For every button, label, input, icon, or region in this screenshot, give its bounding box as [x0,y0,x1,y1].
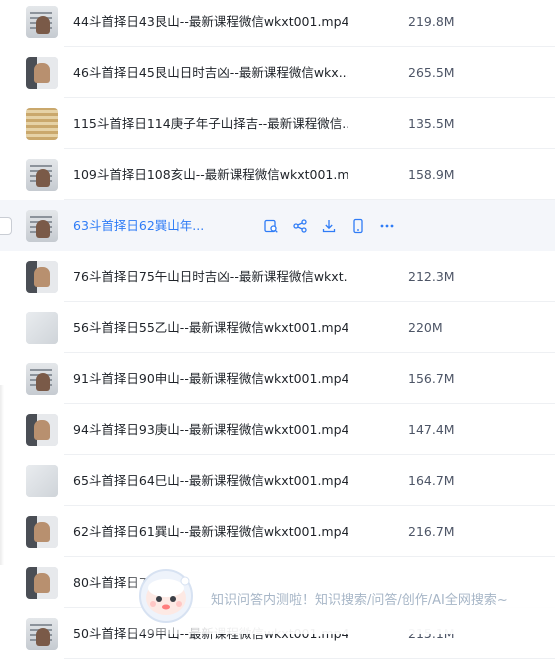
file-size: 135.5M [408,116,455,131]
file-name[interactable]: 109斗首择日108亥山--最新课程微信wkxt001.m... [73,149,348,200]
file-name[interactable]: 56斗首择日55乙山--最新课程微信wkxt001.mp4 [73,302,348,353]
phone-icon[interactable] [350,218,366,234]
file-size: 219.8M [408,14,455,29]
file-row[interactable]: 62斗首择日61巽山--最新课程微信wkxt001.mp4 216.7M [0,506,555,557]
video-thumbnail [26,312,58,344]
download-icon[interactable] [321,218,337,234]
file-size: 164.7M [408,473,455,488]
file-row[interactable]: 56斗首择日55乙山--最新课程微信wkxt001.mp4 220M [0,302,555,353]
video-thumbnail [26,363,58,395]
file-list: 44斗首择日43艮山--最新课程微信wkxt001.mp4 219.8M 46斗首择… [0,0,555,659]
file-size: 158.9M [408,167,455,182]
row-actions [263,216,395,236]
file-row[interactable]: 94斗首择日93庚山--最新课程微信wkxt001.mp4 147.4M [0,404,555,455]
file-size: 265.5M [408,65,455,80]
video-thumbnail [26,108,58,140]
file-size: 216.7M [408,524,455,539]
file-name[interactable]: 44斗首择日43艮山--最新课程微信wkxt001.mp4 [73,0,348,47]
file-name[interactable]: 94斗首择日93庚山--最新课程微信wkxt001.mp4 [73,404,348,455]
promo-banner[interactable]: 知识问答内测啦！知识搜索/问答/创作/AI全网搜索~ [130,562,555,634]
file-name[interactable]: 63斗首择日62巽山年... [73,200,203,251]
file-name[interactable]: 46斗首择日45艮山日时吉凶--最新课程微信wkx... [73,47,348,98]
video-thumbnail [26,465,58,497]
video-thumbnail [26,159,58,191]
file-row[interactable]: 44斗首择日43艮山--最新课程微信wkxt001.mp4 219.8M [0,0,555,47]
file-size: 220M [408,320,443,335]
side-panel-edge [0,385,4,565]
video-thumbnail [26,618,58,650]
file-name[interactable]: 76斗首择日75午山日时吉凶--最新课程微信wkxt... [73,251,348,302]
file-row[interactable]: 63斗首择日62巽山年... [0,200,555,251]
file-row[interactable]: 115斗首择日114庚子年子山择吉--最新课程微信... 135.5M [0,98,555,149]
file-row[interactable]: 91斗首择日90申山--最新课程微信wkxt001.mp4 156.7M [0,353,555,404]
file-row[interactable]: 65斗首择日64巳山--最新课程微信wkxt001.mp4 164.7M [0,455,555,506]
file-name[interactable]: 62斗首择日61巽山--最新课程微信wkxt001.mp4 [73,506,348,557]
share-icon[interactable] [292,218,308,234]
file-size: 156.7M [408,371,455,386]
file-row[interactable]: 76斗首择日75午山日时吉凶--最新课程微信wkxt... 212.3M [0,251,555,302]
video-thumbnail [26,261,58,293]
video-thumbnail [26,516,58,548]
more-icon[interactable] [379,218,395,234]
mascot-icon [139,569,193,623]
row-checkbox[interactable] [0,217,12,235]
file-name[interactable]: 115斗首择日114庚子年子山择吉--最新课程微信... [73,98,348,149]
file-row[interactable]: 109斗首择日108亥山--最新课程微信wkxt001.m... 158.9M [0,149,555,200]
video-thumbnail [26,6,58,38]
file-row[interactable]: 46斗首择日45艮山日时吉凶--最新课程微信wkx... 265.5M [0,47,555,98]
file-name[interactable]: 65斗首择日64巳山--最新课程微信wkxt001.mp4 [73,455,348,506]
video-thumbnail [26,57,58,89]
promo-text[interactable]: 知识问答内测啦！知识搜索/问答/创作/AI全网搜索~ [211,589,508,608]
file-size: 212.3M [408,269,455,284]
video-thumbnail [26,567,58,599]
file-size: 147.4M [408,422,455,437]
video-thumbnail [26,210,58,242]
preview-icon[interactable] [263,218,279,234]
video-thumbnail [26,414,58,446]
file-name[interactable]: 91斗首择日90申山--最新课程微信wkxt001.mp4 [73,353,348,404]
